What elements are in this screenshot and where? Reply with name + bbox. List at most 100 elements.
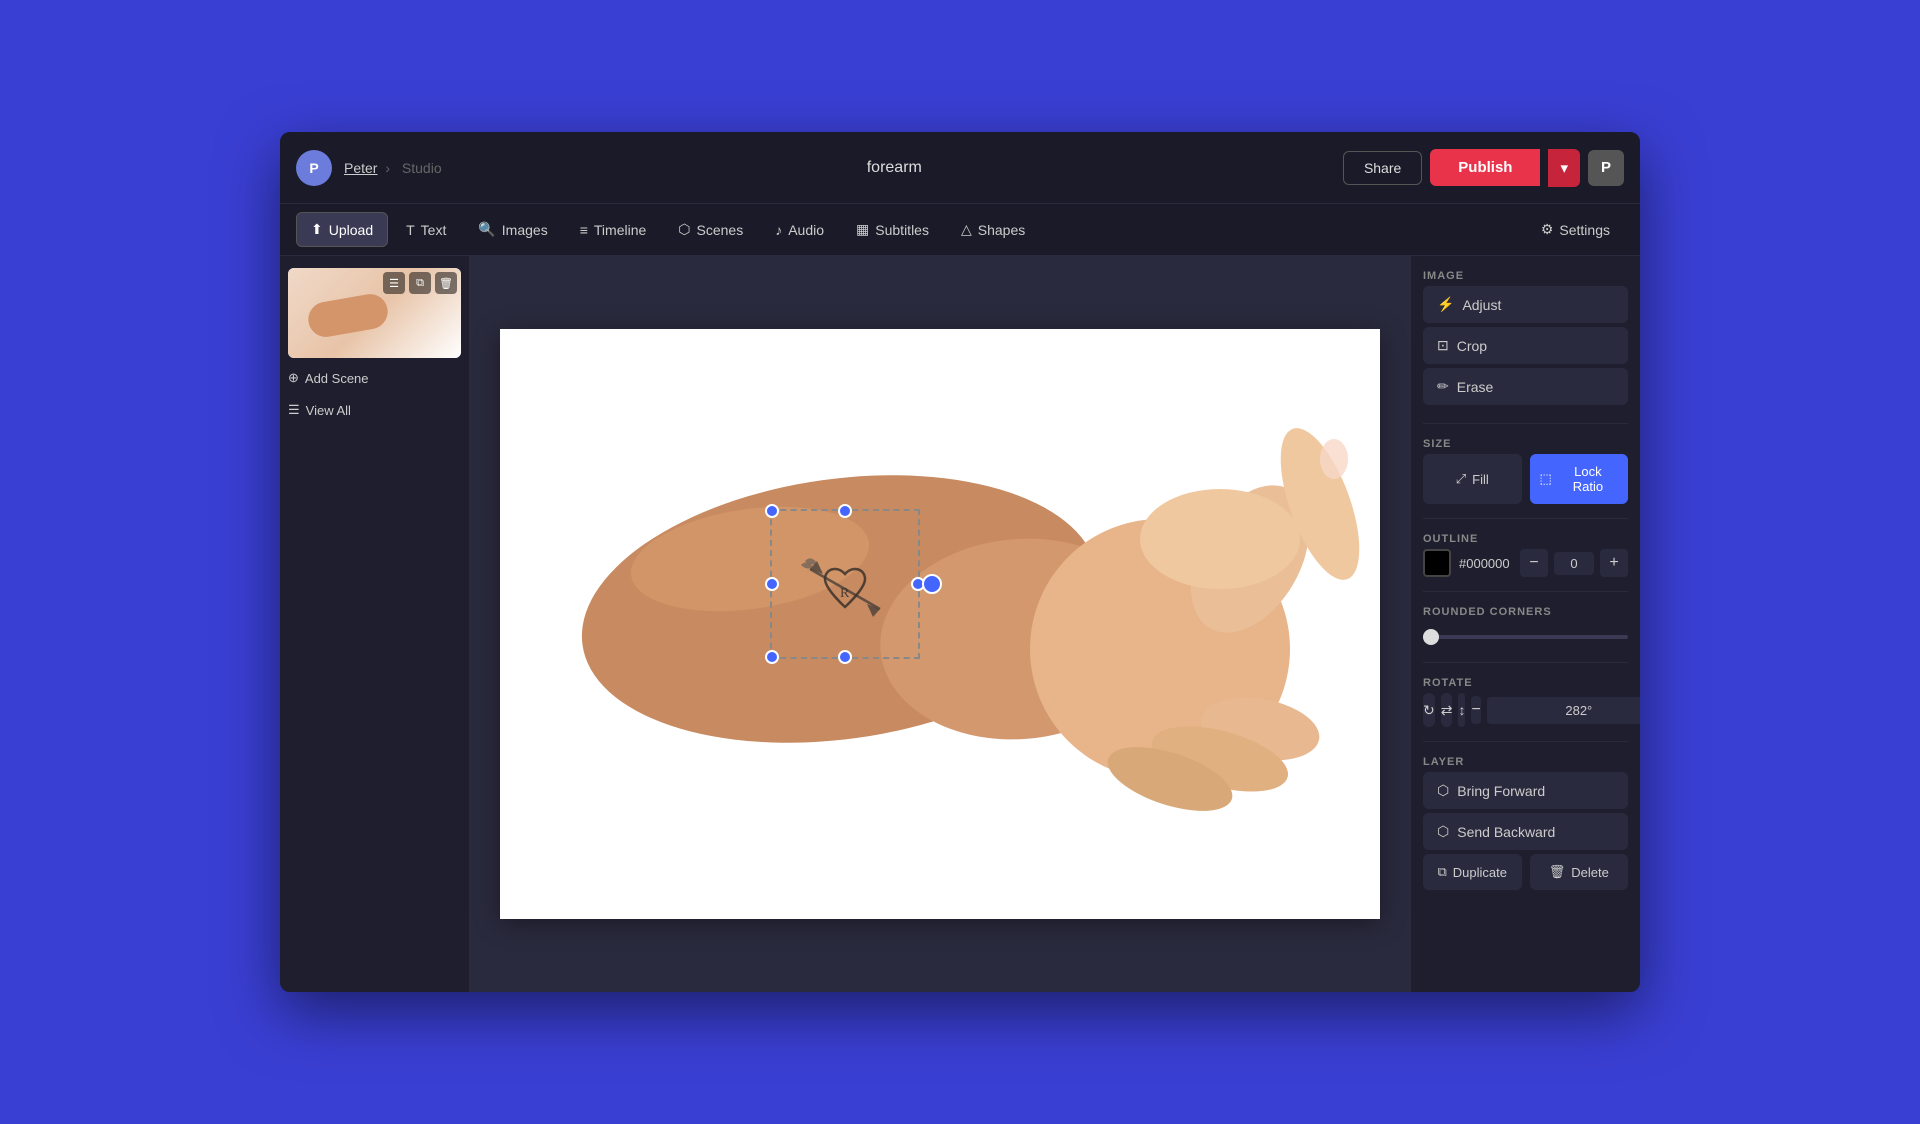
size-section: SIZE ⤢ Fill ⬚ Lock Ratio [1423,438,1628,504]
divider-1 [1423,423,1628,424]
delete-label: Delete [1571,865,1609,880]
scene-duplicate-button[interactable]: ⧉ [409,272,431,294]
flip-h-icon: ⇄ [1441,702,1453,719]
outline-value-input[interactable] [1554,552,1594,575]
settings-label: Settings [1559,222,1610,238]
outline-num-control: − + [1520,549,1628,577]
subtitles-label: Subtitles [875,222,929,238]
divider-5 [1423,741,1628,742]
bring-forward-button[interactable]: ⬡ Bring Forward [1423,772,1628,809]
images-label: Images [502,222,548,238]
add-scene-button[interactable]: ⊕ Add Scene [288,366,461,390]
shapes-label: Shapes [978,222,1025,238]
rotate-value-input[interactable] [1487,697,1640,724]
upload-label: Upload [329,222,373,238]
project-title: forearm [458,159,1331,177]
scenes-icon: ⬡ [678,221,690,238]
scene-delete-button[interactable]: 🗑 [435,272,457,294]
fill-button[interactable]: ⤢ Fill [1423,454,1522,504]
erase-label: Erase [1457,379,1494,395]
outline-section: OUTLINE #000000 − + [1423,533,1628,577]
erase-button[interactable]: ✏ Erase [1423,368,1628,405]
main-content: ☰ ⧉ 🗑 ⊕ Add Scene ☰ View All [280,256,1640,992]
outline-color-label: #000000 [1459,556,1512,571]
scene-controls: ☰ ⧉ 🗑 [383,272,457,294]
outline-decrease-button[interactable]: − [1520,549,1548,577]
rounded-corners-slider[interactable] [1423,635,1628,639]
adjust-button[interactable]: ⚡ Adjust [1423,286,1628,323]
scenes-button[interactable]: ⬡ Scenes [664,213,757,246]
bring-forward-icon: ⬡ [1437,782,1449,799]
shapes-icon: △ [961,221,972,238]
rotate-section: ROTATE ↻ ⇄ ↕ − + [1423,677,1628,727]
rotate-section-label: ROTATE [1423,677,1628,689]
lock-ratio-label: Lock Ratio [1558,464,1618,494]
crop-label: Crop [1457,338,1487,354]
breadcrumb: Peter › Studio [344,160,446,176]
duplicate-button[interactable]: ⧉ Duplicate [1423,854,1522,890]
adjust-label: Adjust [1462,297,1501,313]
slider-container [1423,622,1628,648]
settings-button[interactable]: ⚙ Settings [1527,213,1624,246]
images-icon: 🔍 [478,221,495,238]
arm-background [500,329,1380,919]
images-button[interactable]: 🔍 Images [464,213,561,246]
toolbar: ⬆ Upload T Text 🔍 Images ≡ Timeline ⬡ Sc… [280,204,1640,256]
shapes-button[interactable]: △ Shapes [947,213,1039,246]
timeline-button[interactable]: ≡ Timeline [566,214,661,246]
crop-button[interactable]: ⊡ Crop [1423,327,1628,364]
flip-v-icon: ↕ [1458,702,1465,718]
canvas-area[interactable]: R [470,256,1410,992]
arm-svg [500,329,1380,919]
breadcrumb-separator: › [385,160,394,176]
text-button[interactable]: T Text [392,214,460,246]
rotate-cw-button[interactable]: ↻ [1423,693,1435,727]
publish-arrow-button[interactable]: ▾ [1548,149,1580,187]
delete-button[interactable]: 🗑 Delete [1530,854,1629,890]
avatar: P [296,150,332,186]
divider-2 [1423,518,1628,519]
view-all-button[interactable]: ☰ View All [288,398,461,422]
rounded-corners-label: ROUNDED CORNERS [1423,606,1628,618]
add-scene-label: Add Scene [305,371,369,386]
flip-horizontal-button[interactable]: ⇄ [1441,693,1453,727]
breadcrumb-page: Studio [402,160,442,176]
timeline-label: Timeline [594,222,646,238]
audio-icon: ♪ [775,222,782,238]
subtitles-button[interactable]: ▦ Subtitles [842,213,943,246]
upload-button[interactable]: ⬆ Upload [296,212,388,247]
breadcrumb-user[interactable]: Peter [344,160,377,176]
scene-thumbnail: ☰ ⧉ 🗑 [288,268,461,358]
top-bar: P Peter › Studio forearm Share Publish ▾… [280,132,1640,204]
rotate-controls: ↻ ⇄ ↕ − + [1423,693,1628,727]
crop-icon: ⊡ [1437,337,1449,354]
layer-section: LAYER ⬡ Bring Forward ⬡ Send Backward ⧉ … [1423,756,1628,890]
view-all-label: View All [306,403,351,418]
app-window: P Peter › Studio forearm Share Publish ▾… [280,132,1640,992]
upload-icon: ⬆ [311,221,323,238]
fill-icon: ⤢ [1456,471,1466,487]
flip-vertical-button[interactable]: ↕ [1458,693,1465,727]
scene-menu-button[interactable]: ☰ [383,272,405,294]
publish-button[interactable]: Publish [1430,149,1540,186]
action-row: ⧉ Duplicate 🗑 Delete [1423,854,1628,890]
lock-ratio-button[interactable]: ⬚ Lock Ratio [1530,454,1629,504]
layer-section-label: LAYER [1423,756,1628,768]
send-backward-button[interactable]: ⬡ Send Backward [1423,813,1628,850]
fill-label: Fill [1472,472,1489,487]
outline-color-swatch[interactable] [1423,549,1451,577]
rotate-decrease-button[interactable]: − [1471,696,1480,724]
scenes-label: Scenes [697,222,744,238]
right-panel: IMAGE ⚡ Adjust ⊡ Crop ✏ Erase SIZE [1410,256,1640,992]
share-button[interactable]: Share [1343,151,1422,185]
top-actions: Share Publish ▾ P [1343,149,1624,187]
delete-icon: 🗑 [1549,864,1566,880]
duplicate-label: Duplicate [1453,865,1507,880]
outline-increase-button[interactable]: + [1600,549,1628,577]
image-section: IMAGE ⚡ Adjust ⊡ Crop ✏ Erase [1423,270,1628,409]
audio-button[interactable]: ♪ Audio [761,214,838,246]
rotate-cw-icon: ↻ [1423,702,1435,719]
user-avatar-button[interactable]: P [1588,150,1624,186]
view-all-icon: ☰ [288,402,300,418]
adjust-icon: ⚡ [1437,296,1454,313]
